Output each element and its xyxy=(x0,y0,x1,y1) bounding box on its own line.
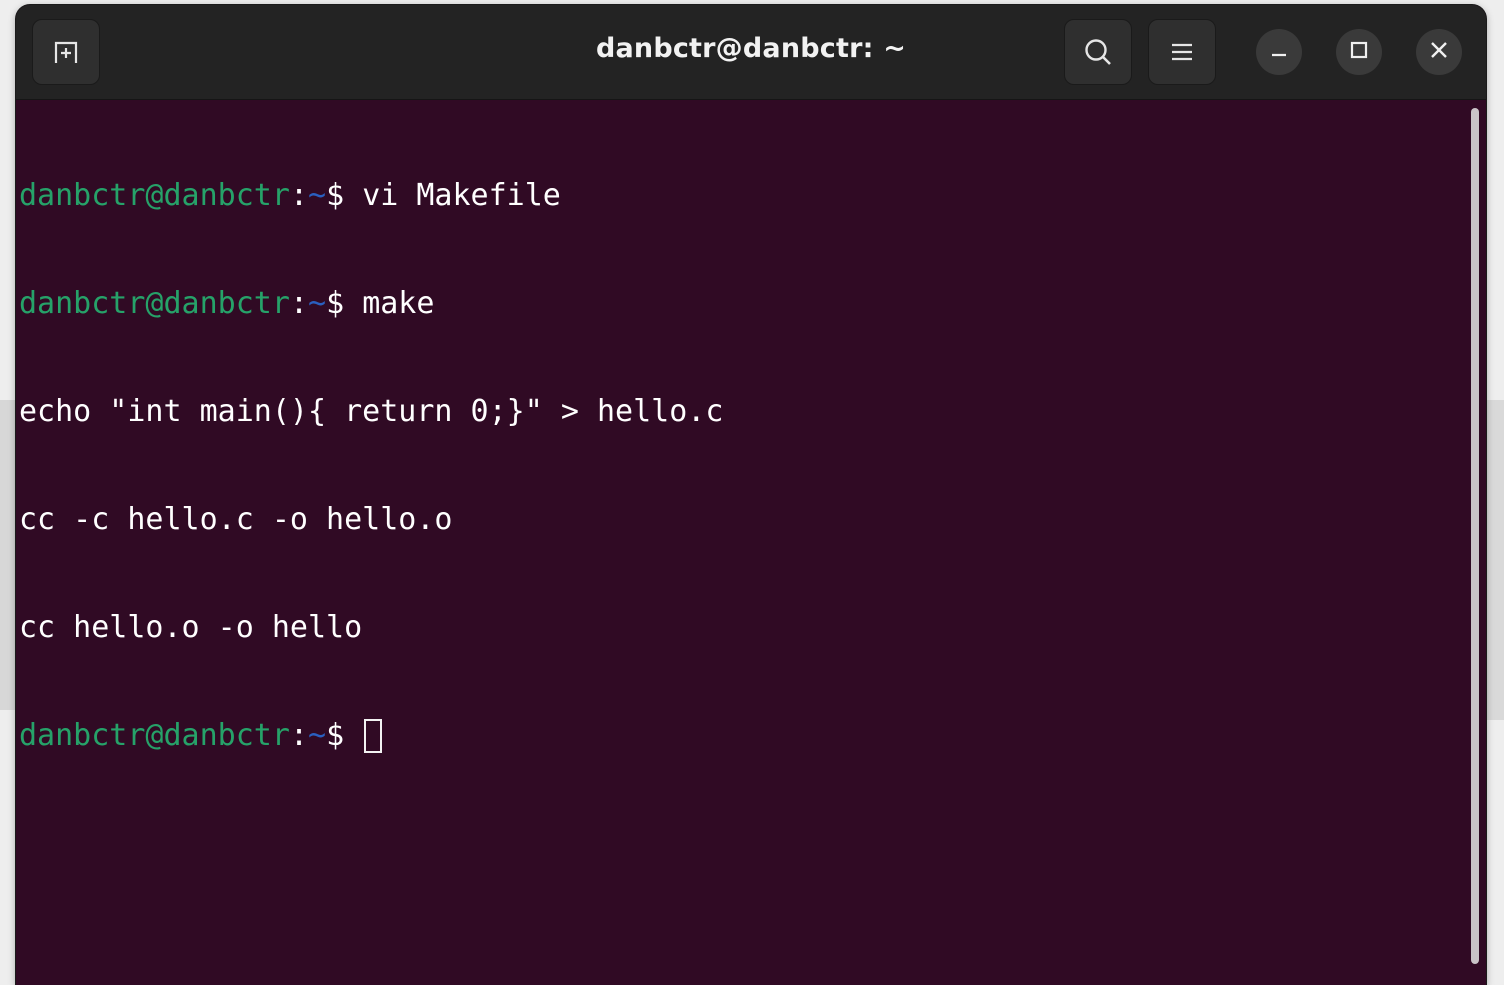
prompt-line: danbctr@danbctr:~$ make xyxy=(19,286,1464,322)
prompt-line: danbctr@danbctr:~$ xyxy=(19,718,1464,754)
prompt-path: ~ xyxy=(308,178,327,213)
prompt-line: danbctr@danbctr:~$ vi Makefile xyxy=(19,178,1464,214)
command-text: make xyxy=(362,286,435,321)
menu-button[interactable] xyxy=(1148,19,1216,85)
prompt-user: danbctr@danbctr xyxy=(19,178,290,213)
prompt-separator: : xyxy=(289,718,308,753)
new-tab-button[interactable] xyxy=(32,19,100,85)
maximize-icon xyxy=(1350,41,1368,63)
prompt-symbol: $ xyxy=(326,178,363,213)
command-text: vi Makefile xyxy=(362,178,561,213)
close-icon xyxy=(1430,41,1448,63)
prompt-path: ~ xyxy=(308,718,327,753)
prompt-separator: : xyxy=(289,286,308,321)
search-button[interactable] xyxy=(1064,19,1132,85)
minimize-button[interactable] xyxy=(1256,29,1302,75)
prompt-user: danbctr@danbctr xyxy=(19,286,290,321)
output-line: cc -c hello.c -o hello.o xyxy=(19,502,453,537)
minimize-icon xyxy=(1270,41,1288,63)
search-icon xyxy=(1083,37,1113,67)
output-line: cc hello.o -o hello xyxy=(19,610,363,645)
vertical-scrollbar[interactable] xyxy=(1468,105,1480,965)
terminal-window: danbctr@danbctr: ~ danbctr@danbctr:~$ vi… xyxy=(16,5,1486,985)
desktop-background xyxy=(0,400,16,710)
prompt-separator: : xyxy=(289,178,308,213)
prompt-path: ~ xyxy=(308,286,327,321)
hamburger-menu-icon xyxy=(1170,42,1194,62)
terminal-output[interactable]: danbctr@danbctr:~$ vi Makefile danbctr@d… xyxy=(16,100,1464,980)
maximize-button[interactable] xyxy=(1336,29,1382,75)
output-line: echo "int main(){ return 0;}" > hello.c xyxy=(19,394,724,429)
text-cursor xyxy=(364,719,383,753)
prompt-symbol: $ xyxy=(326,286,363,321)
prompt-symbol: $ xyxy=(326,718,363,753)
header-bar: danbctr@danbctr: ~ xyxy=(16,5,1486,100)
scrollbar-thumb[interactable] xyxy=(1471,108,1479,964)
desktop-background xyxy=(1486,400,1504,720)
new-tab-icon xyxy=(51,39,81,65)
prompt-user: danbctr@danbctr xyxy=(19,718,290,753)
close-button[interactable] xyxy=(1416,29,1462,75)
